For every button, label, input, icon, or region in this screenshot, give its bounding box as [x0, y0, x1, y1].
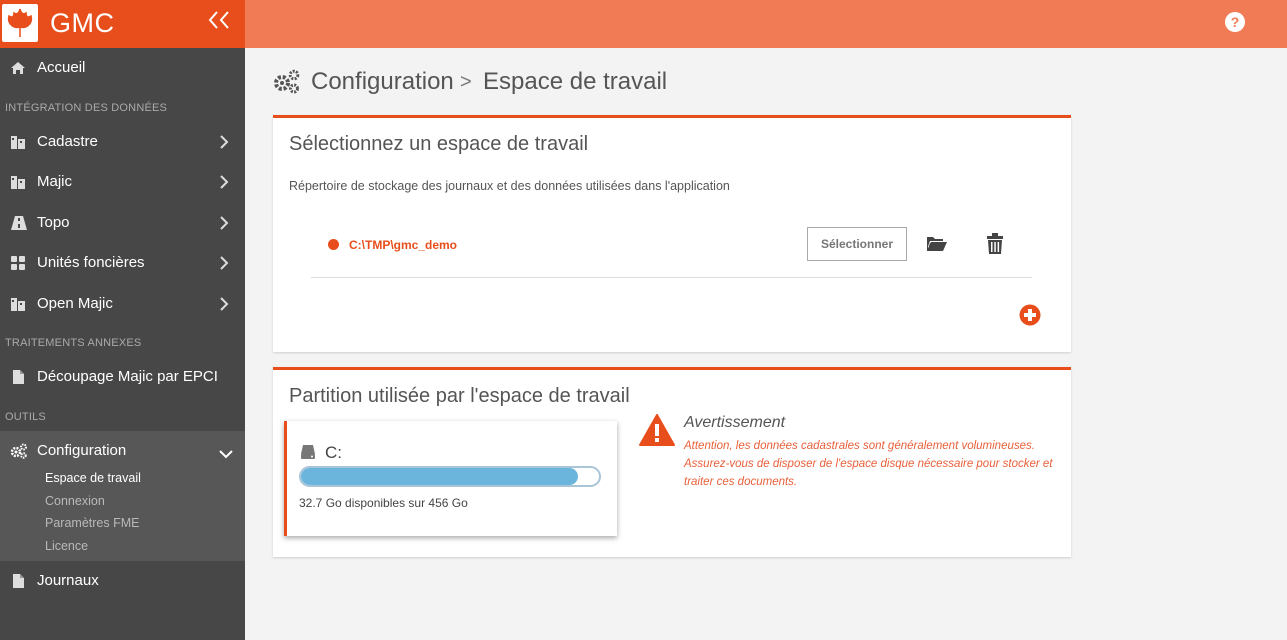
chevron-down-icon: [219, 446, 233, 463]
workspace-path: C:\TMP\gmc_demo: [349, 238, 458, 252]
sidebar-item-topo[interactable]: Topo: [0, 205, 245, 241]
file-icon: [10, 369, 26, 385]
sidebar-item-label: Unités foncières: [37, 254, 145, 271]
sidebar-item-journaux[interactable]: Journaux: [0, 563, 245, 599]
sidebar-item-label: Open Majic: [37, 295, 113, 312]
sidebar-item-label: Majic: [37, 173, 73, 190]
sidebar-config-group: Configuration Espace de travail Connexio…: [0, 431, 245, 561]
active-indicator-dot: [328, 239, 339, 250]
select-workspace-button[interactable]: Sélectionner: [807, 227, 907, 261]
top-bar: ?: [245, 0, 1287, 48]
sidebar-subitem-connexion[interactable]: Connexion: [45, 494, 105, 508]
sidebar-subitem-espace-travail[interactable]: Espace de travail: [45, 471, 141, 485]
map-book-icon: [10, 174, 26, 190]
disk-usage-bar: [299, 466, 601, 487]
add-workspace-icon[interactable]: [1019, 304, 1041, 331]
grid-icon: [10, 255, 26, 271]
collapse-sidebar-icon[interactable]: [207, 10, 231, 35]
road-icon: [10, 215, 27, 231]
home-icon: [10, 60, 26, 76]
sidebar-item-cadastre[interactable]: Cadastre: [0, 124, 245, 160]
disk-usage-text: 32.7 Go disponibles sur 456 Go: [299, 496, 468, 510]
disk-usage-fill: [301, 468, 579, 485]
breadcrumb-separator: >: [460, 71, 472, 93]
sidebar-item-label: Accueil: [37, 59, 86, 76]
sidebar-item-unites-foncieres[interactable]: Unités foncières: [0, 245, 245, 281]
hard-drive-icon: [300, 444, 316, 465]
sidebar-item-label: Cadastre: [37, 133, 98, 150]
panel-title: Sélectionnez un espace de travail: [289, 133, 589, 155]
disk-card: C: 32.7 Go disponibles sur 456 Go: [284, 421, 617, 536]
workspace-panel: Sélectionnez un espace de travail Répert…: [273, 115, 1071, 352]
chevron-right-icon: [219, 256, 229, 274]
gears-icon: [273, 69, 301, 102]
warning-icon: [639, 414, 675, 451]
sidebar-item-label: Topo: [37, 214, 70, 231]
workspace-row: C:\TMP\gmc_demo Sélectionner: [311, 224, 1032, 278]
sidebar: GMC Accueil INTÉGRATION DES DONNÉES Cada…: [0, 0, 245, 640]
page-title: Espace de travail: [483, 68, 668, 95]
warning-text: Attention, les données cadastrales sont …: [684, 440, 1053, 488]
sidebar-item-open-majic[interactable]: Open Majic: [0, 286, 245, 322]
trash-icon[interactable]: [986, 233, 1004, 260]
chevron-right-icon: [219, 297, 229, 315]
panel-description: Répertoire de stockage des journaux et d…: [289, 179, 730, 193]
chevron-right-icon: [219, 135, 229, 153]
section-title-traitements: TRAITEMENTS ANNEXES: [5, 337, 142, 349]
panel-title: Partition utilisée par l'espace de trava…: [289, 385, 630, 407]
sidebar-item-label: Découpage Majic par EPCI: [37, 368, 218, 385]
disk-name: C:: [325, 443, 342, 462]
file-icon: [10, 573, 26, 589]
map-book-icon: [10, 134, 26, 150]
warning-title: Avertissement: [684, 414, 786, 431]
sidebar-item-label: Configuration: [37, 442, 127, 459]
brand-header: GMC: [0, 0, 245, 48]
grape-leaf-icon: [7, 8, 33, 37]
sidebar-item-accueil[interactable]: Accueil: [0, 50, 245, 86]
sidebar-item-majic[interactable]: Majic: [0, 164, 245, 200]
partition-panel: Partition utilisée par l'espace de trava…: [273, 367, 1071, 557]
sidebar-item-label: Journaux: [37, 572, 99, 589]
sidebar-item-configuration[interactable]: Configuration: [0, 433, 245, 469]
help-icon[interactable]: ?: [1225, 12, 1245, 32]
folder-open-icon[interactable]: [926, 235, 948, 258]
sidebar-subitem-licence[interactable]: Licence: [45, 539, 88, 553]
sidebar-item-decoupage[interactable]: Découpage Majic par EPCI: [0, 359, 245, 395]
chevron-right-icon: [219, 216, 229, 234]
sidebar-subitem-parametres-fme[interactable]: Paramètres FME: [45, 516, 139, 530]
gears-icon: [10, 443, 27, 459]
section-title-integration: INTÉGRATION DES DONNÉES: [5, 102, 168, 114]
section-title-outils: OUTILS: [5, 411, 46, 423]
breadcrumb-configuration[interactable]: Configuration: [311, 68, 454, 96]
chevron-right-icon: [219, 175, 229, 193]
logo: [2, 4, 38, 42]
app-name: GMC: [50, 8, 115, 38]
map-book-icon: [10, 296, 26, 312]
